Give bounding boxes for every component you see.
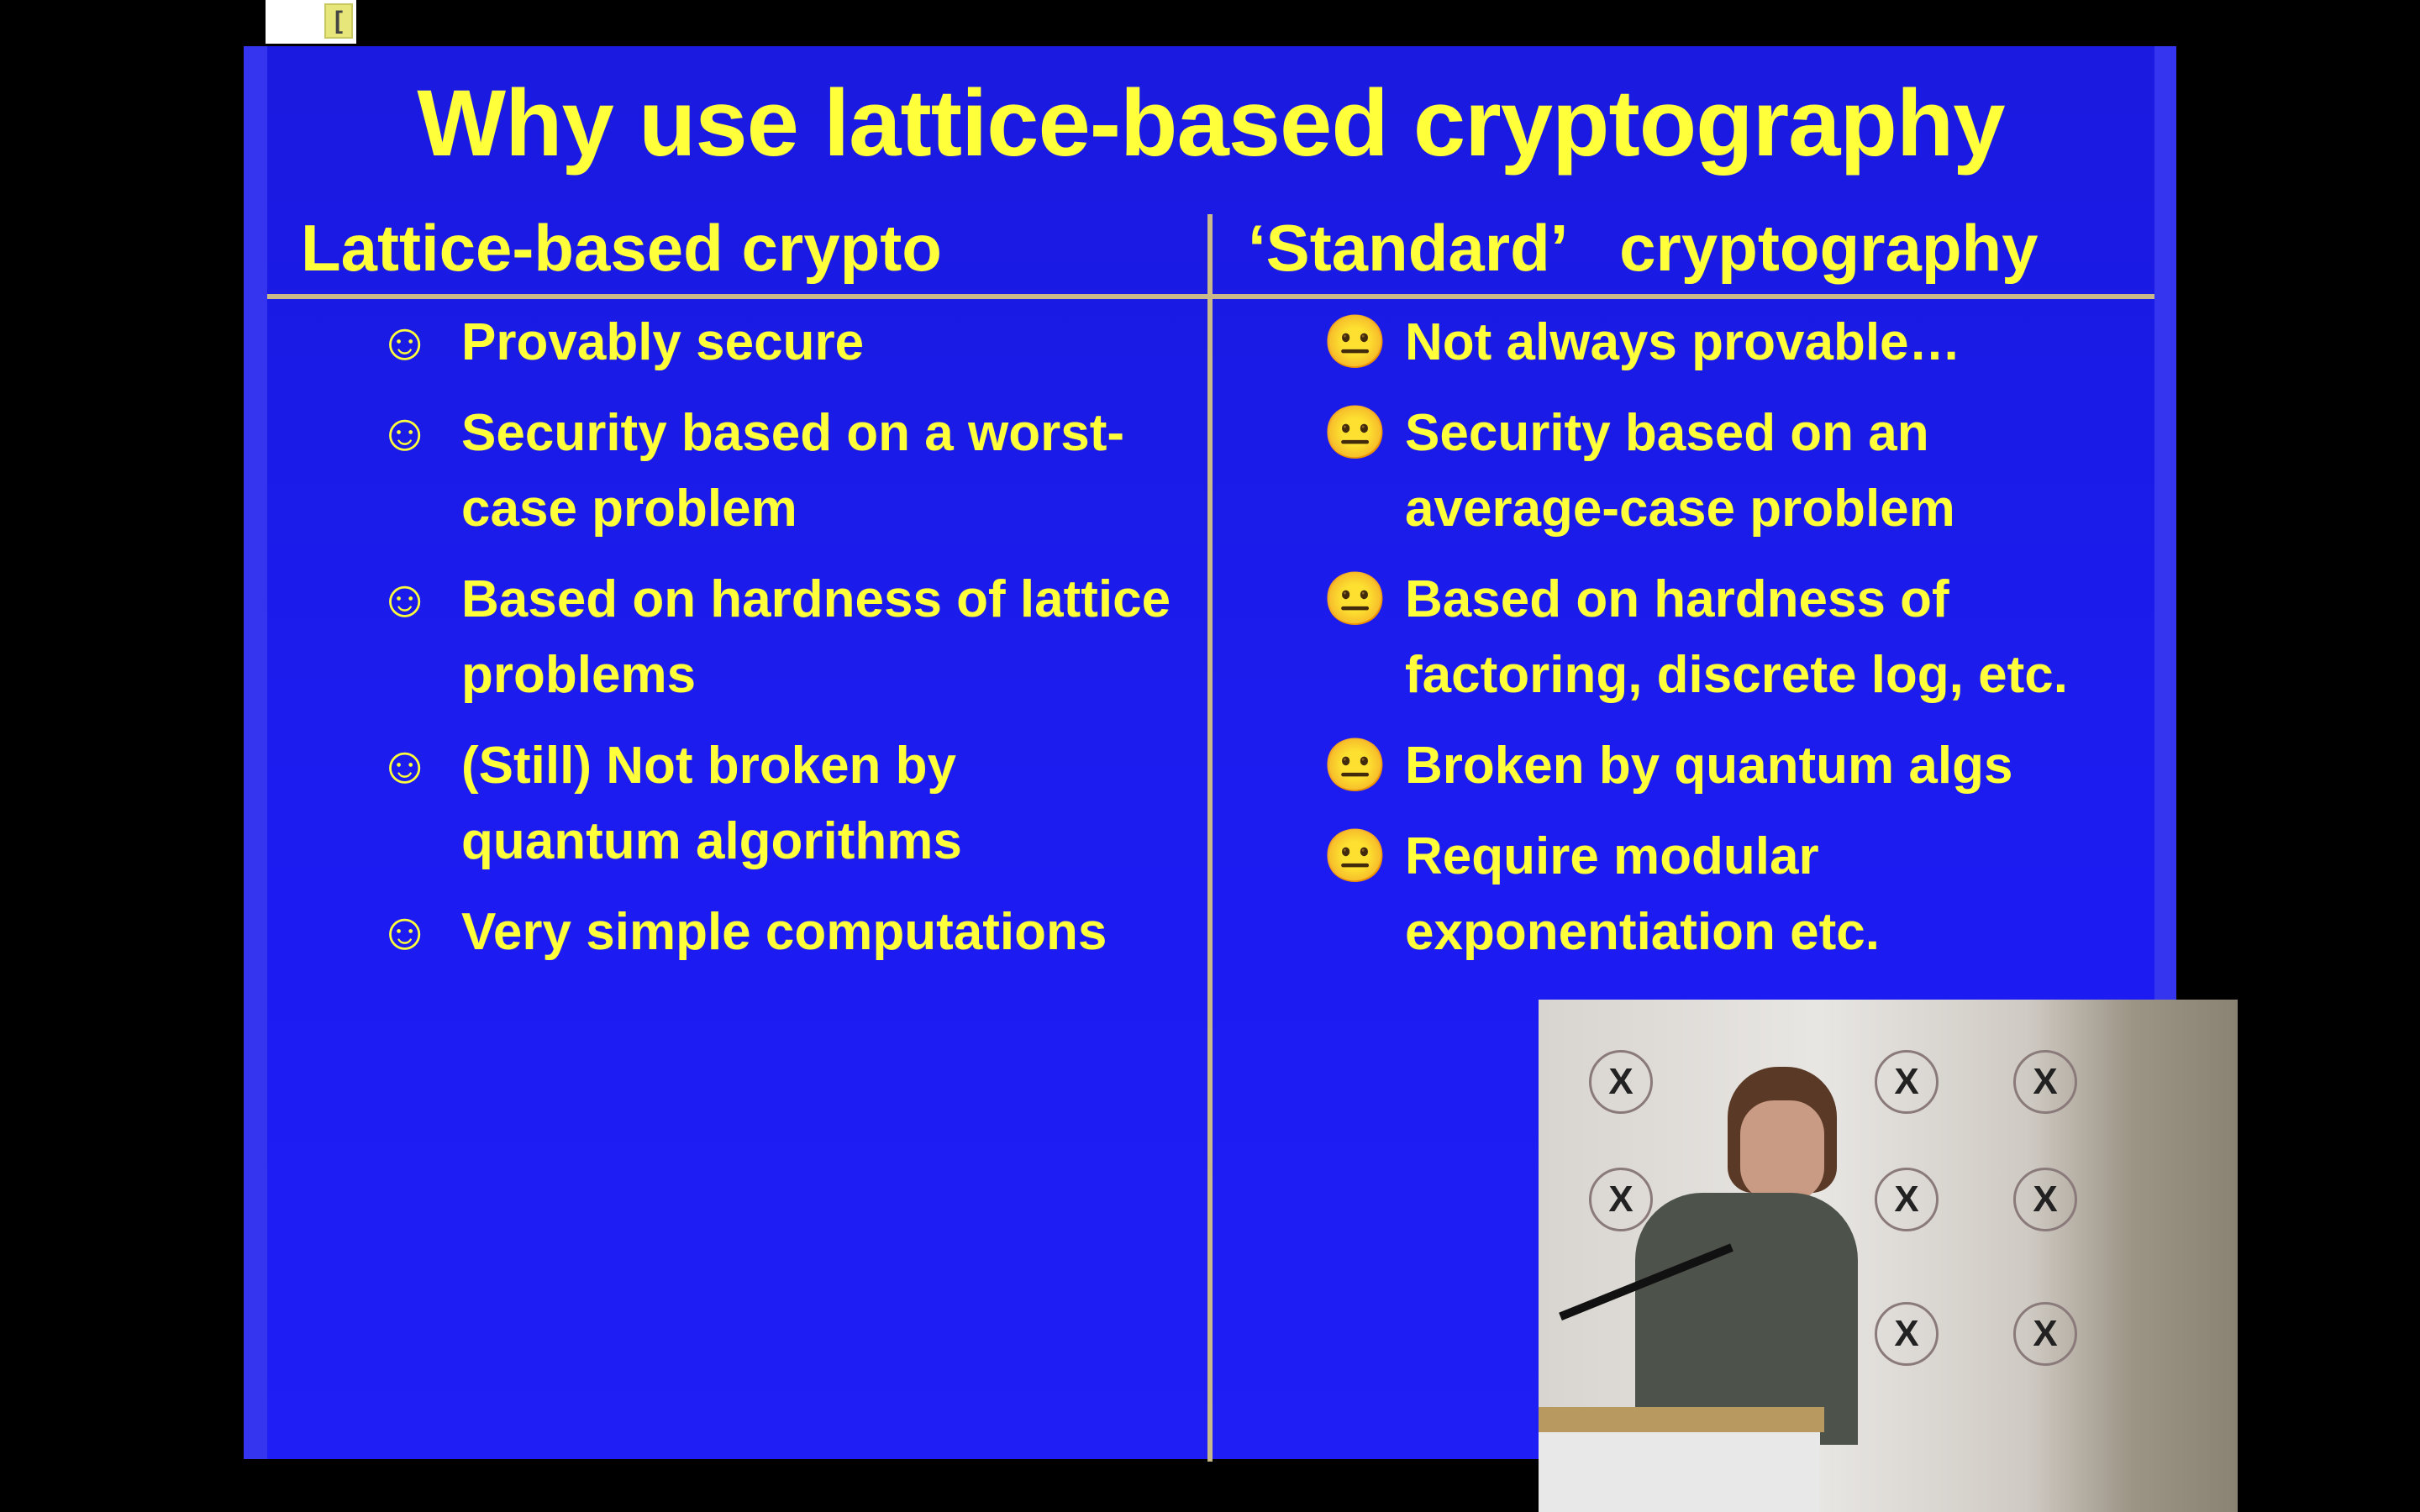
list-item: case problem — [461, 480, 797, 538]
university-logo: X — [1875, 1050, 1939, 1114]
list-item: (Still) Not broken by — [461, 737, 956, 795]
university-logo: X — [1875, 1168, 1939, 1231]
list-item: Not always provable… — [1405, 313, 1961, 371]
list-item: quantum algorithms — [461, 812, 962, 870]
slide-title: Why use lattice-based cryptography — [417, 71, 2005, 176]
university-logo: X — [2013, 1302, 2077, 1366]
list-item: Based on hardness of lattice — [461, 570, 1171, 628]
vertical-divider — [1207, 214, 1213, 1462]
right-column-heading: ‘Standard’ cryptography — [1248, 211, 2039, 285]
list-item: Require modular — [1405, 827, 1819, 885]
left-column-heading: Lattice-based crypto — [301, 211, 942, 285]
smiley-face-icon: ☺ — [378, 903, 432, 961]
smiley-face-icon: ☺ — [378, 570, 432, 628]
smiley-face-icon: ☺ — [378, 404, 432, 462]
neutral-face-icon: 😐 — [1323, 404, 1388, 462]
list-item: Based on hardness of — [1405, 570, 1949, 628]
smiley-face-icon: ☺ — [378, 313, 432, 371]
list-item: factoring, discrete log, etc. — [1405, 646, 2068, 704]
podium — [1539, 1432, 1820, 1512]
neutral-face-icon: 😐 — [1323, 570, 1388, 628]
list-item: problems — [461, 646, 697, 704]
list-item: exponentiation etc. — [1405, 903, 1880, 961]
university-logo: X — [1875, 1302, 1939, 1366]
speaker-video-inset[interactable]: X X X X X X X X — [1539, 1000, 2238, 1512]
podium-top — [1539, 1407, 1824, 1432]
smiley-face-icon: ☺ — [378, 737, 432, 795]
university-logo: X — [1589, 1168, 1653, 1231]
university-logo: X — [2013, 1050, 2077, 1114]
bracket-icon[interactable]: [ — [324, 3, 353, 39]
top-black-bar — [244, 0, 2176, 46]
neutral-face-icon: 😐 — [1323, 737, 1388, 795]
speaker-face — [1740, 1100, 1824, 1201]
neutral-face-icon: 😐 — [1323, 313, 1388, 371]
list-item: average-case problem — [1405, 480, 1955, 538]
list-item: Security based on an — [1405, 404, 1929, 462]
list-item: Provably secure — [461, 313, 865, 371]
list-item: Very simple computations — [461, 903, 1107, 961]
list-item: Broken by quantum algs — [1405, 737, 2013, 795]
neutral-face-icon: 😐 — [1323, 827, 1388, 885]
list-item: Security based on a worst- — [461, 404, 1124, 462]
university-logo: X — [2013, 1168, 2077, 1231]
university-logo: X — [1589, 1050, 1653, 1114]
